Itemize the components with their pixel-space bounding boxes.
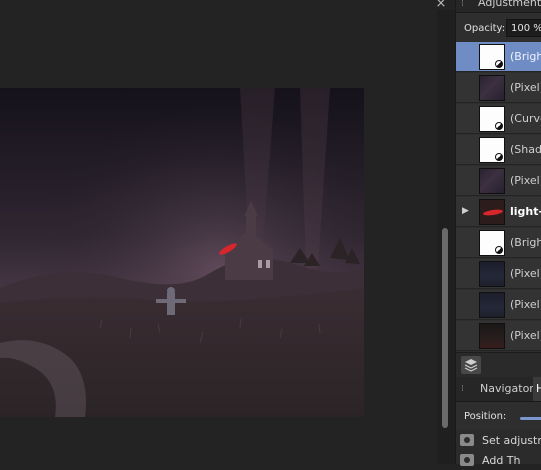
layer-name: light-: [510, 205, 541, 218]
navigator-tab-strip: ⁞ Navigator H: [456, 377, 541, 402]
layer-thumbnail: [479, 137, 505, 163]
expand-arrow-icon[interactable]: ▶: [462, 206, 469, 216]
layers-list: (Brigh (Pixel) (Curve (Shado (Pixel) ▶ light- (…: [456, 42, 541, 352]
position-label: Position:: [464, 411, 507, 422]
layer-row[interactable]: (Pixel): [456, 73, 541, 103]
light-streak-preview: [482, 208, 504, 217]
layer-thumbnail: [479, 106, 505, 132]
layer-row[interactable]: (Brigh: [456, 42, 541, 72]
layer-name: (Pixel): [510, 174, 541, 187]
layer-row[interactable]: (Curve: [456, 104, 541, 134]
layer-name: (Pixel): [510, 329, 541, 342]
layer-thumbnail: [479, 230, 505, 256]
layer-row[interactable]: (Shado: [456, 135, 541, 165]
layer-name: (Curve: [510, 112, 541, 125]
layer-row[interactable]: (Pixel): [456, 290, 541, 320]
layers-footer: [456, 352, 541, 377]
layer-name: (Pixel): [510, 81, 541, 94]
layer-thumbnail: [479, 292, 505, 318]
history-item-label: Add Th: [482, 454, 521, 467]
panel-grip-icon[interactable]: ⁞: [461, 0, 465, 9]
layer-thumbnail: [479, 75, 505, 101]
adjustment-layer-icon: [495, 122, 503, 130]
opacity-input[interactable]: 100 %: [506, 19, 541, 37]
layer-thumbnail: [479, 261, 505, 287]
layers-stack-icon[interactable]: [461, 356, 481, 374]
document-image[interactable]: [0, 88, 364, 417]
right-panel: ⁞ Adjustment Opacity: 100 % (Brigh (Pixel…: [455, 0, 541, 467]
position-slider[interactable]: [520, 417, 541, 420]
layer-row[interactable]: (Brigh: [456, 228, 541, 258]
layer-name: (Pixel): [510, 267, 541, 280]
layer-thumbnail: [479, 323, 505, 349]
layer-thumbnail: [479, 168, 505, 194]
camera-snapshot-icon: [460, 434, 474, 446]
layer-row[interactable]: ▶ light-: [456, 197, 541, 227]
tab-adjustment[interactable]: Adjustment: [478, 0, 541, 9]
history-item[interactable]: Set adjustm: [456, 430, 541, 450]
scene-illustration: [0, 88, 364, 417]
document-canvas[interactable]: [0, 0, 437, 464]
layer-row[interactable]: (Pixel): [456, 259, 541, 289]
layer-name: (Brigh: [510, 50, 541, 63]
layer-name: (Pixel): [510, 298, 541, 311]
tab-history[interactable]: H: [533, 377, 541, 401]
adjustment-tab-strip: ⁞ Adjustment: [456, 0, 541, 13]
layer-thumbnail: [479, 199, 505, 225]
tab-navigator[interactable]: Navigator: [480, 377, 534, 401]
adjustment-layer-icon: [495, 246, 503, 254]
canvas-scrollbar-thumb[interactable]: [442, 228, 448, 428]
camera-snapshot-icon: [460, 454, 474, 466]
panel-grip-icon[interactable]: ⁞: [461, 385, 465, 394]
layer-name: (Shado: [510, 143, 541, 156]
layer-thumbnail: [479, 44, 505, 70]
layer-name: (Brigh: [510, 236, 541, 249]
history-item-label: Set adjustm: [482, 434, 541, 447]
layer-row[interactable]: (Pixel): [456, 321, 541, 351]
adjustment-layer-icon: [495, 153, 503, 161]
history-item[interactable]: Add Th: [456, 450, 541, 470]
history-list: Set adjustm Add Th: [456, 430, 541, 467]
history-position-row: Position:: [456, 402, 541, 430]
layer-row[interactable]: (Pixel): [456, 166, 541, 196]
opacity-label: Opacity:: [464, 23, 506, 34]
adjustment-layer-icon: [495, 60, 503, 68]
opacity-row: Opacity: 100 %: [456, 14, 541, 42]
